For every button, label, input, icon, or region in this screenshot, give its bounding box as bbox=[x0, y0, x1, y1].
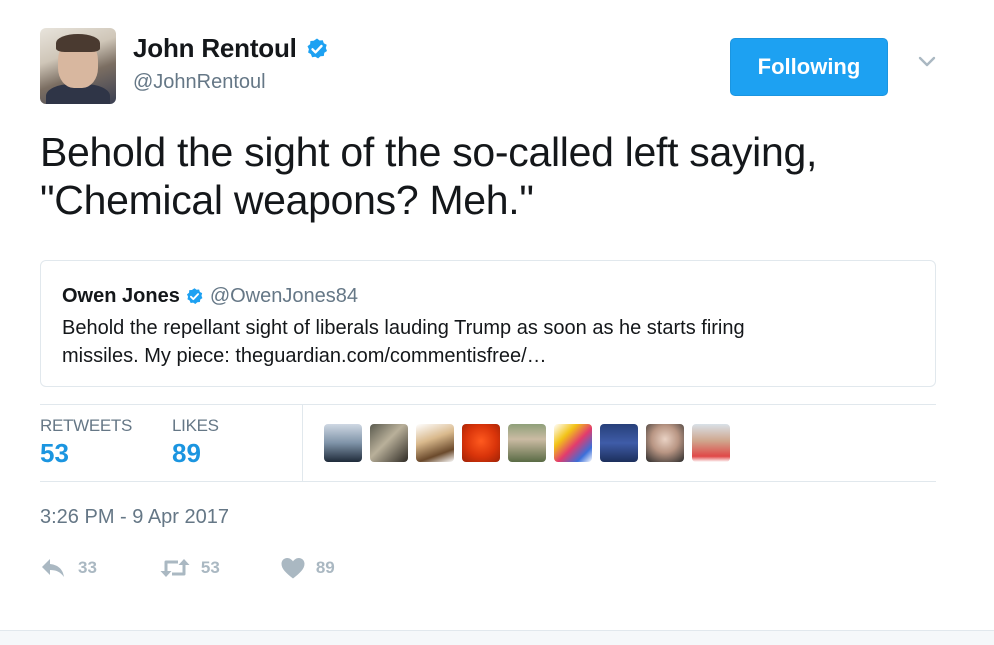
author-handle[interactable]: @JohnRentoul bbox=[133, 71, 266, 94]
tweet-actions: 33 53 89 bbox=[40, 556, 335, 580]
divider bbox=[302, 405, 303, 481]
liker-avatar[interactable] bbox=[508, 424, 546, 462]
quoted-tweet[interactable]: Owen Jones @OwenJones84 Behold the repel… bbox=[40, 260, 936, 387]
verified-badge-icon bbox=[307, 38, 327, 58]
heart-icon bbox=[281, 558, 305, 579]
retweets-count: 53 bbox=[40, 438, 69, 468]
quoted-handle: @OwenJones84 bbox=[209, 285, 358, 307]
quoted-tweet-header: Owen Jones @OwenJones84 bbox=[62, 285, 358, 308]
divider bbox=[40, 404, 936, 405]
reply-count: 33 bbox=[78, 558, 97, 577]
liker-avatar[interactable] bbox=[692, 424, 730, 462]
chevron-down-icon[interactable] bbox=[914, 52, 940, 72]
divider bbox=[40, 481, 936, 482]
likes-label: LIKES bbox=[172, 416, 219, 435]
liker-avatar[interactable] bbox=[370, 424, 408, 462]
liker-avatar[interactable] bbox=[600, 424, 638, 462]
quoted-text-line: Behold the repellant sight of liberals l… bbox=[62, 317, 745, 339]
like-action[interactable]: 89 bbox=[280, 556, 335, 580]
author-name-row[interactable]: John Rentoul bbox=[133, 33, 329, 64]
liker-avatar[interactable] bbox=[554, 424, 592, 462]
reply-icon bbox=[42, 559, 64, 577]
like-count: 89 bbox=[315, 558, 335, 577]
tweet-text-line: "Chemical weapons? Meh." bbox=[40, 177, 534, 223]
liker-avatar[interactable] bbox=[416, 424, 454, 462]
likes-count: 89 bbox=[172, 438, 201, 468]
quoted-tweet-text: Behold the repellant sight of liberals l… bbox=[62, 314, 912, 370]
liker-avatar[interactable] bbox=[646, 424, 684, 462]
tweet-text-line: Behold the sight of the so-called left s… bbox=[40, 129, 818, 175]
retweet-action[interactable]: 53 bbox=[159, 556, 220, 580]
retweet-icon bbox=[160, 559, 190, 577]
verified-badge-icon bbox=[186, 288, 203, 304]
author-avatar[interactable] bbox=[40, 28, 116, 104]
retweet-count: 53 bbox=[200, 558, 220, 577]
avatar-hair bbox=[56, 34, 100, 52]
quoted-text-line: missiles. My piece: theguardian.com/comm… bbox=[62, 345, 547, 367]
tweet-card: John Rentoul @JohnRentoul Following Beho… bbox=[0, 0, 994, 645]
liker-avatar[interactable] bbox=[324, 424, 362, 462]
reply-area-strip bbox=[0, 630, 994, 645]
tweet-text: Behold the sight of the so-called left s… bbox=[40, 128, 940, 224]
quoted-display-name: Owen Jones bbox=[62, 285, 180, 307]
author-display-name[interactable]: John Rentoul bbox=[133, 33, 297, 64]
following-button[interactable]: Following bbox=[730, 38, 888, 96]
tweet-timestamp[interactable]: 3:26 PM - 9 Apr 2017 bbox=[40, 506, 229, 529]
likes-stat[interactable]: LIKES 89 bbox=[172, 416, 219, 469]
liker-avatar[interactable] bbox=[462, 424, 500, 462]
reply-action[interactable]: 33 bbox=[40, 556, 97, 580]
retweets-label: RETWEETS bbox=[40, 416, 133, 435]
retweets-stat[interactable]: RETWEETS 53 bbox=[40, 416, 132, 469]
liker-avatars bbox=[324, 424, 738, 462]
